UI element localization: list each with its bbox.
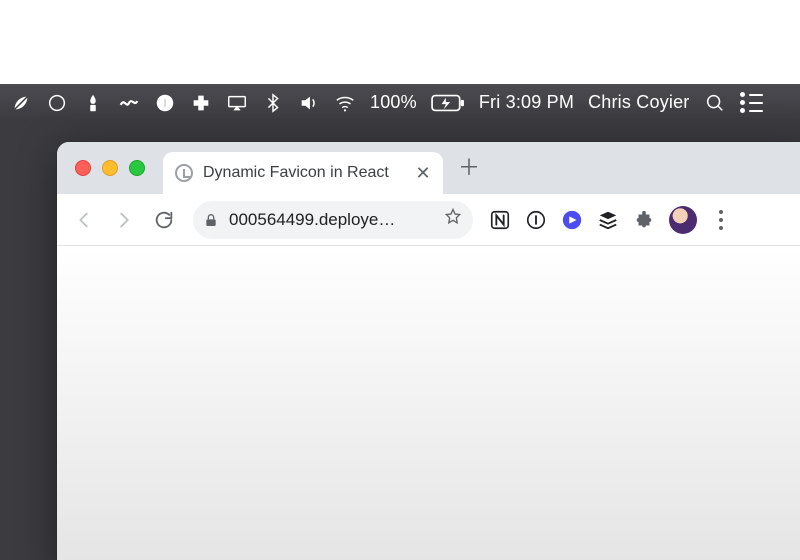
- tab-title: Dynamic Favicon in React: [203, 164, 405, 182]
- ink-bottle-icon[interactable]: [82, 84, 104, 121]
- battery-percent[interactable]: 100%: [370, 84, 417, 121]
- extension-blue-circle-icon[interactable]: [557, 205, 587, 235]
- forward-button[interactable]: [107, 203, 141, 237]
- extension-buffer-icon[interactable]: [593, 205, 623, 235]
- desktop-background: Dynamic Favicon in React ✕ ＋ 000564499.d…: [0, 121, 800, 560]
- menubar-clock[interactable]: Fri 3:09 PM: [479, 84, 574, 121]
- new-tab-button[interactable]: ＋: [451, 148, 487, 184]
- window-minimize-button[interactable]: [102, 160, 118, 176]
- volume-icon[interactable]: [298, 84, 320, 121]
- chrome-window: Dynamic Favicon in React ✕ ＋ 000564499.d…: [57, 142, 800, 560]
- chrome-menu-button[interactable]: [707, 210, 735, 230]
- plus-medical-icon[interactable]: [190, 84, 212, 121]
- tab-strip: Dynamic Favicon in React ✕ ＋: [57, 142, 800, 194]
- blank-region-above: [0, 0, 800, 84]
- bluetooth-icon[interactable]: [262, 84, 284, 121]
- tab-favicon-clock-icon: [175, 164, 193, 182]
- back-button[interactable]: [67, 203, 101, 237]
- scribble-icon[interactable]: [118, 84, 140, 121]
- battery-charging-icon[interactable]: [431, 84, 465, 121]
- tab-close-button[interactable]: ✕: [415, 165, 431, 181]
- airplay-icon[interactable]: [226, 84, 248, 121]
- bookmark-star-button[interactable]: [443, 207, 463, 232]
- reload-button[interactable]: [147, 203, 181, 237]
- onepassword-menubar-icon[interactable]: [154, 84, 176, 121]
- window-fullscreen-button[interactable]: [129, 160, 145, 176]
- browser-tab[interactable]: Dynamic Favicon in React ✕: [163, 152, 443, 194]
- control-center-list-icon[interactable]: [740, 84, 763, 121]
- extension-onepassword-icon[interactable]: [521, 205, 551, 235]
- spotlight-search-icon[interactable]: [704, 84, 726, 121]
- page-viewport: [57, 246, 800, 560]
- circle-icon[interactable]: [46, 84, 68, 121]
- address-bar[interactable]: 000564499.deploye…: [193, 201, 473, 239]
- window-close-button[interactable]: [75, 160, 91, 176]
- browser-toolbar: 000564499.deploye…: [57, 194, 800, 246]
- extensions-menu-puzzle-icon[interactable]: [629, 205, 659, 235]
- wifi-icon[interactable]: [334, 84, 356, 121]
- extension-notion-icon[interactable]: [485, 205, 515, 235]
- url-text: 000564499.deploye…: [229, 210, 435, 230]
- leaf-icon[interactable]: [10, 84, 32, 121]
- profile-avatar[interactable]: [669, 206, 697, 234]
- menubar-user[interactable]: Chris Coyier: [588, 84, 689, 121]
- lock-icon: [203, 212, 219, 228]
- macos-menubar: 100% Fri 3:09 PM Chris Coyier: [0, 84, 800, 121]
- window-traffic-lights: [75, 160, 145, 176]
